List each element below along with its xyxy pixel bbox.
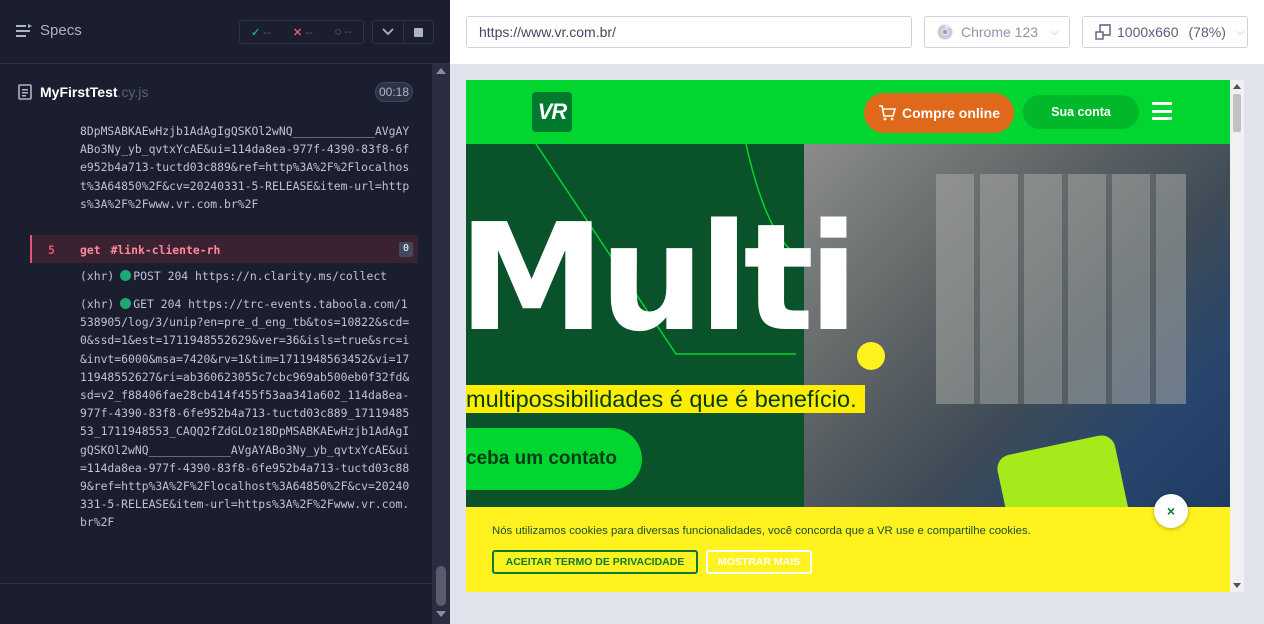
buy-online-label: Compre online [901, 105, 1000, 121]
viewport-info[interactable]: 1000x660 (78%) ⌵ [1082, 16, 1248, 48]
viewport-scale: (78%) [1188, 24, 1226, 40]
browser-selector[interactable]: Chrome 123 ⌵ [924, 16, 1070, 48]
viewport-size: 1000x660 [1117, 24, 1179, 40]
run-controls [372, 20, 434, 44]
specs-menu-icon [16, 23, 32, 37]
cookie-banner: Nós utilizamos cookies para diversas fun… [466, 507, 1230, 592]
reporter-panel: Specs ✓ -- ✕ -- ◌ -- MyFirstTest.cy.js 0… [0, 0, 450, 624]
xhr-tag: (xhr) [80, 269, 115, 283]
chevron-down-icon: ⌵ [1235, 25, 1245, 38]
chevron-down-icon: ⌵ [1050, 25, 1059, 38]
command-log[interactable]: 8DpMSABKAEwHzjb1AdAgIgQSKOl2wNQ_________… [30, 120, 418, 572]
stop-icon [413, 27, 423, 37]
aut-panel: https://www.vr.com.br/ Chrome 123 ⌵ 1000… [450, 0, 1264, 624]
failed-count: -- [305, 26, 313, 39]
file-icon [18, 84, 32, 100]
x-icon: ✕ [293, 26, 303, 39]
cart-icon [878, 105, 896, 121]
test-stats: ✓ -- ✕ -- ◌ -- [239, 20, 364, 44]
stop-button[interactable] [404, 21, 434, 43]
xhr-text: POST 204 https://n.clarity.ms/collect [133, 269, 388, 283]
spinner-icon: ◌ [334, 26, 342, 38]
hero-contact-button[interactable]: ceba um contato [466, 428, 642, 490]
vr-logo[interactable]: VR [532, 92, 572, 132]
xhr-log-entry[interactable]: (xhr) GET 204 https://trc-events.taboola.… [30, 295, 418, 532]
site-scrollbar[interactable] [1230, 80, 1244, 592]
spec-title[interactable]: MyFirstTest.cy.js [40, 84, 148, 100]
viewport-icon [1095, 24, 1111, 40]
command-count-badge: 0 [399, 242, 413, 257]
reporter-divider [0, 583, 432, 584]
scroll-down-icon[interactable] [436, 611, 446, 617]
command-number: 5 [48, 243, 55, 257]
hamburger-line [1152, 109, 1172, 113]
reporter-scrollbar[interactable] [432, 64, 450, 624]
pending-stat: ◌ -- [335, 26, 352, 38]
buy-online-button[interactable]: Compre online [864, 93, 1014, 133]
command-method: get [80, 243, 101, 257]
failed-stat: ✕ -- [293, 26, 313, 39]
account-button[interactable]: Sua conta [1023, 95, 1139, 129]
passed-count: -- [263, 26, 271, 39]
status-dot-icon [120, 270, 132, 281]
xhr-tag: (xhr) [80, 297, 115, 311]
collapse-button[interactable] [373, 21, 404, 43]
spec-duration: 00:18 [375, 82, 413, 102]
spec-title-row: MyFirstTest.cy.js 00:18 [0, 64, 432, 120]
browser-name: Chrome 123 [961, 24, 1039, 40]
chevron-down-icon [382, 28, 394, 36]
xhr-text: GET 204 https://trc-events.taboola.com/1… [80, 297, 410, 530]
command-get-row[interactable]: 5 get #link-cliente-rh 0 [30, 235, 418, 263]
aut-header: https://www.vr.com.br/ Chrome 123 ⌵ 1000… [450, 0, 1264, 64]
app-iframe[interactable]: VR Compre online Sua conta Multi multipo… [466, 80, 1244, 592]
command-selector: #link-cliente-rh [110, 243, 221, 257]
hero-photo-window [936, 174, 1186, 404]
hamburger-icon[interactable] [1152, 102, 1172, 120]
log-entry-url-continued: 8DpMSABKAEwHzjb1AdAgIgQSKOl2wNQ_________… [80, 124, 410, 211]
cookie-text: Nós utilizamos cookies para diversas fun… [492, 525, 1031, 537]
hero-title-dot [857, 342, 885, 370]
close-icon[interactable]: × [1154, 494, 1188, 528]
site-navbar: VR Compre online Sua conta [466, 80, 1230, 144]
spec-extension: .cy.js [117, 84, 149, 100]
scroll-up-icon[interactable] [436, 68, 446, 74]
passed-stat: ✓ -- [251, 26, 271, 39]
reporter-header: Specs ✓ -- ✕ -- ◌ -- [0, 0, 450, 64]
scrollbar-thumb[interactable] [436, 566, 446, 606]
hero-tagline: multipossibilidades é que é benefício. [466, 385, 865, 413]
scroll-up-icon[interactable] [1233, 84, 1241, 89]
specs-label: Specs [40, 22, 82, 39]
url-bar[interactable]: https://www.vr.com.br/ [466, 16, 912, 48]
scroll-down-icon[interactable] [1233, 583, 1241, 588]
hamburger-line [1152, 117, 1172, 120]
hero-banner: Multi multipossibilidades é que é benefí… [466, 144, 1230, 507]
xhr-log-entry[interactable]: (xhr) POST 204 https://n.clarity.ms/colle… [30, 267, 418, 285]
status-dot-icon [120, 298, 132, 309]
show-more-button[interactable]: MOSTRAR MAIS [706, 550, 812, 574]
scrollbar-thumb[interactable] [1233, 94, 1241, 132]
pending-count: -- [344, 26, 352, 38]
hero-title: Multi [466, 192, 859, 364]
accept-privacy-button[interactable]: ACEITAR TERMO DE PRIVACIDADE [492, 550, 698, 574]
spec-name: MyFirstTest [40, 84, 118, 100]
command-name: get #link-cliente-rh [80, 241, 220, 259]
specs-button[interactable]: Specs [16, 22, 82, 39]
check-icon: ✓ [251, 26, 261, 39]
chrome-icon [937, 24, 953, 40]
hamburger-line [1152, 102, 1172, 105]
